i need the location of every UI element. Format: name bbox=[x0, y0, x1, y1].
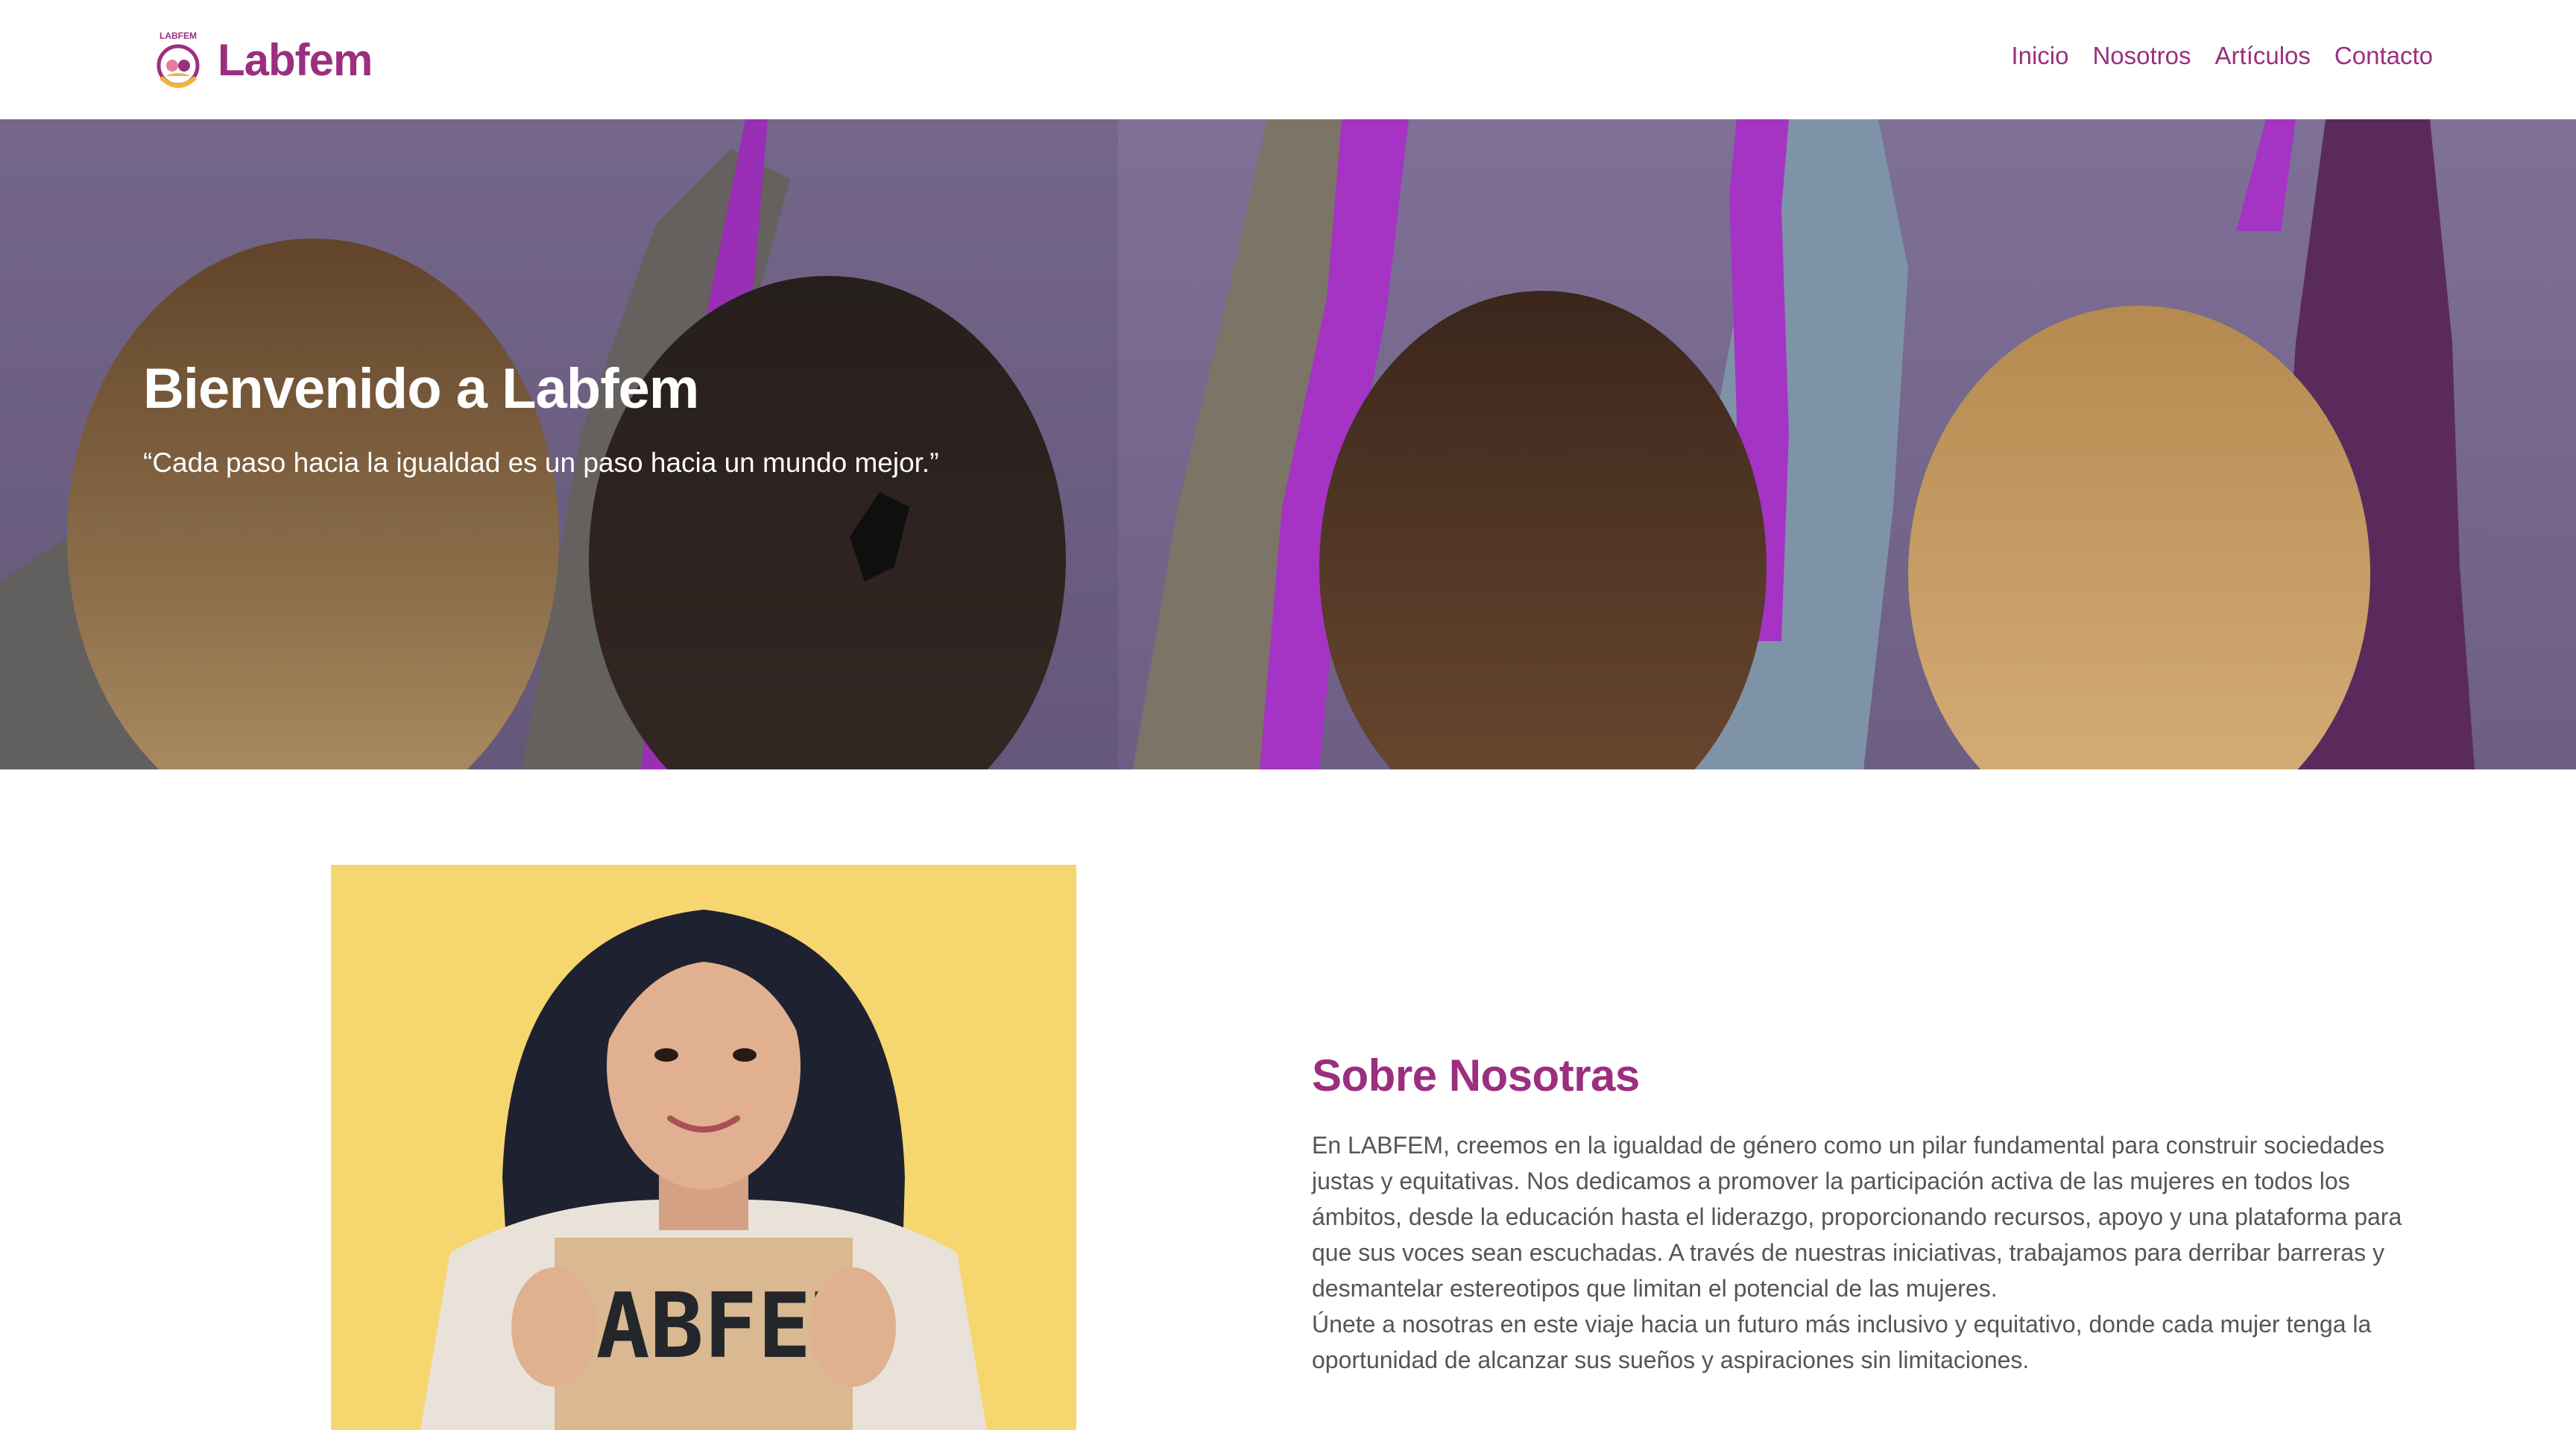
brand-link[interactable]: LABFEM Labfem bbox=[149, 28, 373, 91]
about-paragraph-2: Únete a nosotras en este viaje hacia un … bbox=[1312, 1311, 2372, 1373]
hero-banner: Bienvenido a Labfem “Cada paso hacia la … bbox=[0, 119, 2576, 769]
main-nav: Inicio Nosotros Artículos Contacto bbox=[2011, 42, 2433, 70]
about-paragraph-1: En LABFEM, creemos en la igualdad de gén… bbox=[1312, 1132, 2402, 1302]
brand-name: Labfem bbox=[218, 34, 373, 85]
nav-item-nosotros[interactable]: Nosotros bbox=[2092, 42, 2191, 70]
about-image: LABFEM bbox=[331, 865, 1076, 1430]
about-text: En LABFEM, creemos en la igualdad de gén… bbox=[1312, 1127, 2430, 1378]
nav-item-contacto[interactable]: Contacto bbox=[2334, 42, 2433, 70]
navbar: LABFEM Labfem Inicio Nosotros Artículos … bbox=[0, 0, 2576, 119]
hero-background-image bbox=[0, 119, 2576, 769]
about-title: Sobre Nosotras bbox=[1312, 1051, 1640, 1100]
nav-item-articulos[interactable]: Artículos bbox=[2215, 42, 2311, 70]
svg-text:LABFEM: LABFEM bbox=[160, 31, 197, 41]
hero-title: Bienvenido a Labfem bbox=[143, 357, 699, 421]
labfem-logo-icon: LABFEM bbox=[149, 28, 207, 91]
nav-item-inicio[interactable]: Inicio bbox=[2011, 42, 2068, 70]
hero-quote: “Cada paso hacia la igualdad es un paso … bbox=[143, 447, 939, 478]
